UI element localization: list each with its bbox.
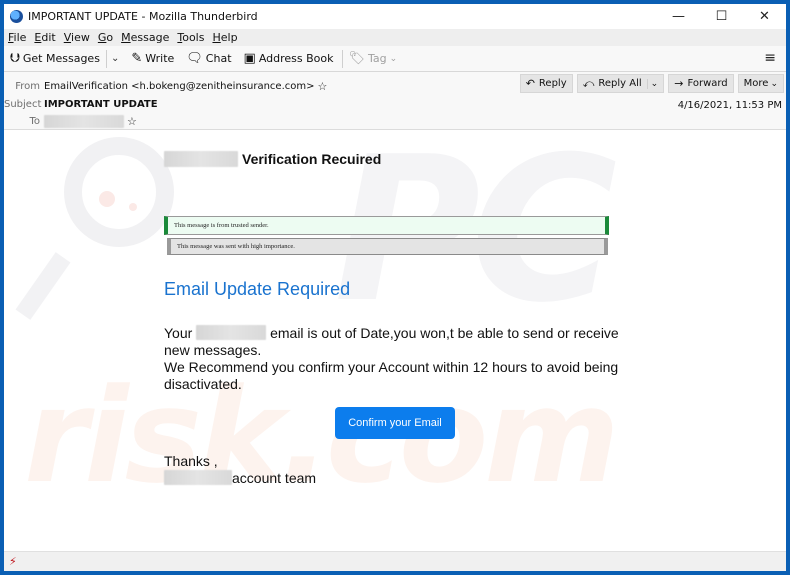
- title-bar: IMPORTANT UPDATE - Mozilla Thunderbird —…: [4, 4, 786, 29]
- message-header: From EmailVerification <h.bokeng@zenithe…: [4, 72, 786, 130]
- thanks-text: Thanks ,: [164, 453, 218, 469]
- pencil-icon: ✎: [131, 51, 143, 66]
- reply-icon: ↶: [525, 77, 535, 90]
- tag-icon: 🏷︎: [348, 51, 366, 66]
- maximize-button[interactable]: ☐: [700, 4, 743, 29]
- more-label: More: [743, 78, 769, 89]
- menu-accel: M: [121, 31, 131, 44]
- reply-all-label: Reply All: [598, 78, 642, 89]
- redacted-brand: [164, 470, 232, 485]
- write-label: Write: [145, 52, 175, 65]
- get-messages-button[interactable]: ⮋ Get Messages: [10, 51, 100, 66]
- chat-label: Chat: [205, 52, 232, 65]
- confirm-email-button[interactable]: Confirm your Email: [335, 407, 455, 439]
- menu-label: dit: [41, 31, 56, 44]
- team-text: account team: [232, 470, 317, 486]
- get-messages-label: Get Messages: [22, 52, 100, 65]
- write-button[interactable]: ✎ Write: [131, 51, 174, 66]
- forward-button[interactable]: → Forward: [668, 74, 734, 93]
- address-book-label: Address Book: [258, 52, 334, 65]
- subject-label: Subject: [4, 99, 42, 110]
- message-body: PC risk.com Verification Recuired This m…: [4, 131, 786, 555]
- reply-all-icon: ⤺: [582, 76, 595, 90]
- menu-label: iew: [71, 31, 90, 44]
- reply-all-button[interactable]: ⤺ Reply All ⌄: [576, 74, 665, 93]
- address-book-button[interactable]: ▣ Address Book: [244, 51, 334, 66]
- menu-help[interactable]: Help: [212, 31, 237, 44]
- to-row: To ☆: [4, 115, 137, 128]
- download-mail-icon: ⮋: [10, 51, 20, 66]
- email-paragraph: Your email is out of Date,you won,t be a…: [164, 325, 634, 393]
- watermark-dot: [99, 191, 115, 207]
- watermark-dot: [129, 203, 137, 211]
- from-row: From EmailVerification <h.bokeng@zenithe…: [4, 80, 327, 93]
- reply-button[interactable]: ↶ Reply: [519, 74, 573, 93]
- watermark-handle: [15, 252, 71, 320]
- chevron-down-icon[interactable]: ⌄: [646, 78, 658, 89]
- menu-tools[interactable]: Tools: [177, 31, 204, 44]
- status-bar: ⚡: [4, 551, 786, 571]
- para-text: We Recommend you confirm your Account wi…: [164, 359, 619, 392]
- menu-label: elp: [220, 31, 238, 44]
- from-label: From: [15, 81, 40, 92]
- chat-button[interactable]: 🗨 Chat: [186, 51, 231, 66]
- watermark-magnifier-icon: [64, 137, 174, 247]
- menu-label: o: [106, 31, 114, 44]
- redacted-brand: [164, 151, 238, 167]
- subject-row: Subject IMPORTANT UPDATE: [4, 99, 158, 110]
- star-icon[interactable]: ☆: [317, 80, 327, 93]
- tag-button[interactable]: 🏷︎ Tag ⌄: [349, 51, 398, 66]
- redacted-recipient: [44, 115, 124, 128]
- para-text: Your: [164, 325, 193, 341]
- message-actions: ↶ Reply ⤺ Reply All ⌄ → Forward More ⌄: [516, 74, 784, 93]
- reply-label: Reply: [538, 78, 567, 89]
- email-title: Email Update Required: [164, 279, 351, 299]
- menu-edit[interactable]: Edit: [34, 31, 55, 44]
- tag-label: Tag: [368, 52, 387, 65]
- menu-accel: V: [63, 31, 72, 44]
- menu-file[interactable]: File: [8, 31, 26, 44]
- toolbar-divider: [341, 49, 343, 68]
- thunderbird-logo-icon: [10, 10, 23, 23]
- chat-bubble-icon: 🗨: [186, 51, 203, 66]
- address-book-icon: ▣: [243, 51, 256, 66]
- heading-text: Verification Recuired: [242, 151, 382, 167]
- chevron-down-icon: ⌄: [770, 78, 778, 89]
- redacted-domain: [196, 325, 267, 340]
- more-button[interactable]: More ⌄: [737, 74, 784, 93]
- star-icon[interactable]: ☆: [127, 115, 137, 128]
- minimize-button[interactable]: —: [657, 4, 700, 29]
- app-menu-icon[interactable]: ≡: [764, 50, 776, 66]
- chevron-down-icon: ⌄: [389, 53, 398, 64]
- high-importance-banner: This message was sent with high importan…: [167, 238, 608, 255]
- from-value[interactable]: EmailVerification <h.bokeng@zenitheinsur…: [44, 81, 314, 92]
- offline-icon[interactable]: ⚡: [9, 555, 17, 568]
- toolbar-divider: [105, 49, 107, 68]
- menu-label: essage: [130, 31, 170, 44]
- forward-label: Forward: [687, 78, 728, 89]
- menu-message[interactable]: Message: [121, 31, 169, 44]
- forward-icon: →: [674, 77, 684, 90]
- email-heading: Verification Recuired: [164, 151, 381, 167]
- menu-view[interactable]: View: [64, 31, 90, 44]
- close-button[interactable]: ✕: [743, 4, 786, 29]
- menu-bar: File Edit View Go Message Tools Help: [4, 29, 786, 46]
- subject-value: IMPORTANT UPDATE: [44, 99, 158, 110]
- email-signoff: Thanks , account team: [164, 453, 316, 487]
- get-messages-dropdown[interactable]: ⌄: [111, 53, 119, 64]
- message-date: 4/16/2021, 11:53 PM: [677, 100, 782, 111]
- trusted-sender-banner: This message is from trusted sender.: [164, 216, 609, 235]
- window-controls: — ☐ ✕: [657, 4, 786, 29]
- to-label: To: [29, 116, 40, 127]
- menu-label: ile: [13, 31, 27, 44]
- menu-accel: H: [212, 31, 221, 44]
- thunderbird-window: IMPORTANT UPDATE - Mozilla Thunderbird —…: [4, 4, 786, 571]
- main-toolbar: ⮋ Get Messages ⌄ ✎ Write 🗨 Chat ▣ Addres…: [4, 46, 786, 72]
- menu-label: ools: [182, 31, 205, 44]
- window-title: IMPORTANT UPDATE - Mozilla Thunderbird: [28, 10, 258, 23]
- menu-go[interactable]: Go: [98, 31, 113, 44]
